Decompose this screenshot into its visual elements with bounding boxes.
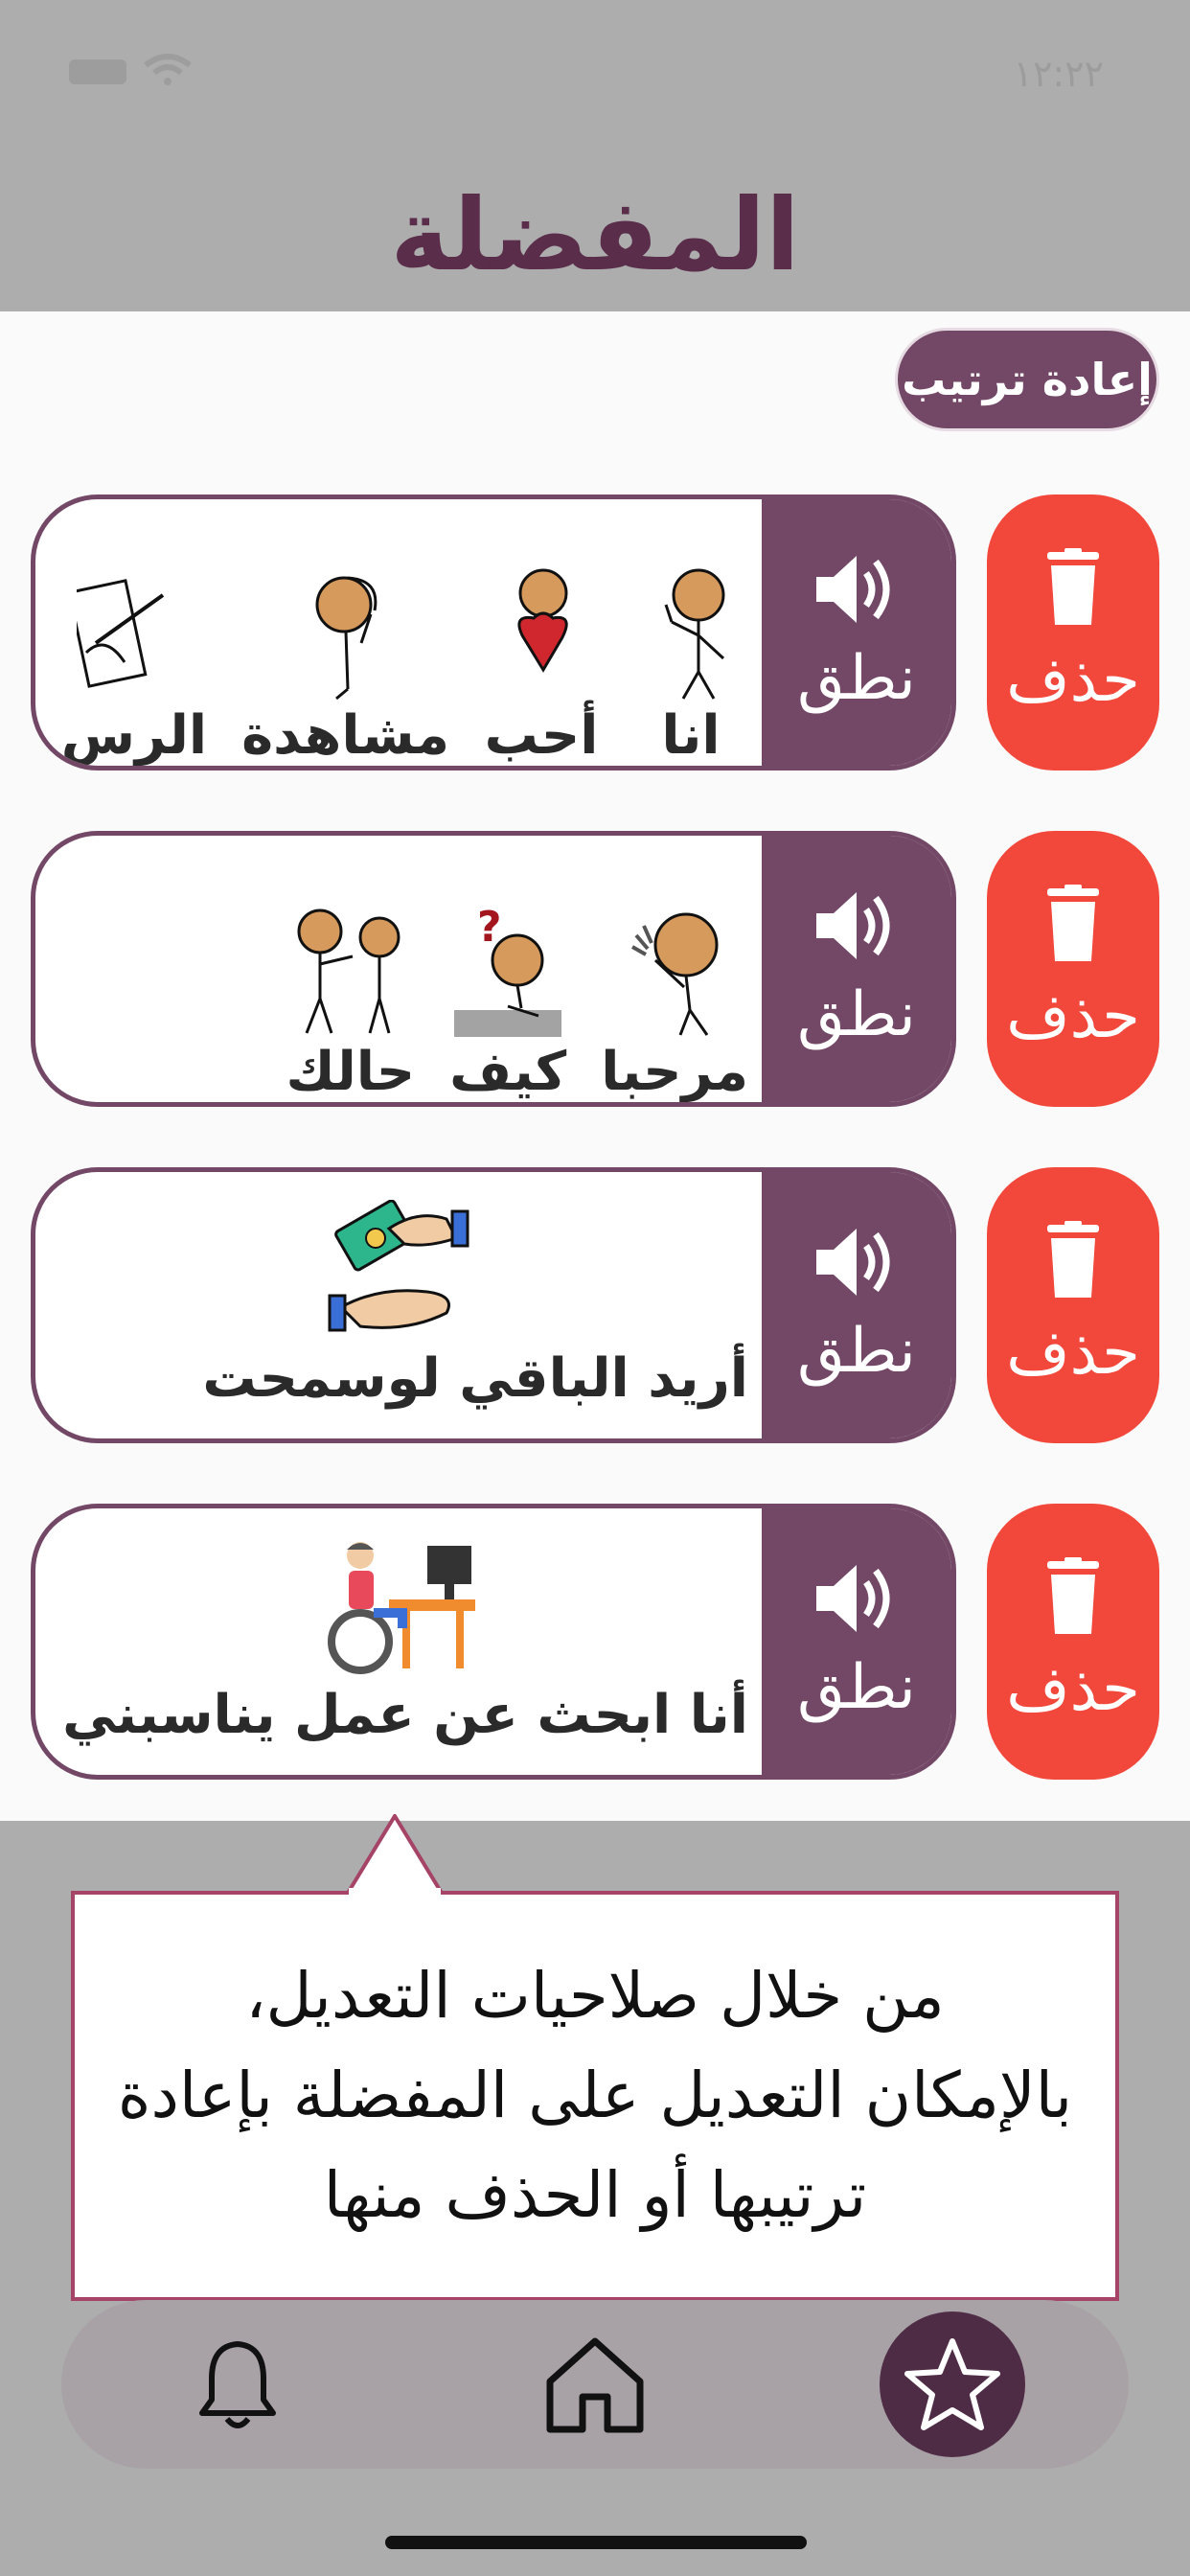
favorite-card[interactable]: نطق انا أحب مشاهدة الرس	[31, 494, 956, 770]
home-tab[interactable]	[511, 2300, 679, 2469]
reorder-button[interactable]: إعادة ترتيب	[895, 328, 1159, 431]
speak-label: نطق	[797, 979, 916, 1050]
edit-hint-tooltip: من خلال صلاحيات التعديل، بالإمكان التعدي…	[71, 1891, 1119, 2301]
tooltip-line: من خلال صلاحيات التعديل،	[245, 1959, 945, 2033]
delete-label: حذف	[1006, 981, 1140, 1052]
speak-button[interactable]: نطق	[762, 1508, 951, 1775]
word-label: كيف	[449, 1041, 567, 1103]
status-time: ١٢:٢٢	[1013, 53, 1104, 95]
word-label: مرحبا	[601, 1041, 748, 1103]
word-symbol: حالك	[286, 903, 416, 1103]
word-label: مشاهدة	[241, 704, 449, 767]
word-symbol: أحب	[484, 566, 599, 766]
phrase-label: أنا ابحث عن عمل يناسبني	[62, 1684, 748, 1746]
tooltip-line: بالإمكان التعديل على المفضلة بإعادة	[117, 2058, 1073, 2132]
status-bar: ١٢:٢٢	[0, 0, 1190, 144]
person-heart-icon	[517, 568, 568, 673]
favorite-row: حذف نطق أريد الباقي لوسمحت	[0, 1167, 1190, 1443]
word-symbol: مرحبا	[601, 903, 748, 1102]
notifications-tab[interactable]	[153, 2300, 322, 2469]
favorite-row: حذف نطق مرحبا ? كيف حالك	[0, 831, 1190, 1107]
word-strip: مرحبا ? كيف حالك	[35, 836, 762, 1103]
phrase-block: أنا ابحث عن عمل يناسبني	[35, 1508, 762, 1775]
word-symbol: الرس	[61, 566, 207, 766]
favorite-card[interactable]: نطق أريد الباقي لوسمحت	[31, 1167, 956, 1443]
page-title: المفضلة	[390, 176, 800, 293]
speak-label: نطق	[797, 643, 916, 714]
money-exchange-icon	[328, 1200, 469, 1332]
person-waving-icon	[631, 912, 719, 1036]
bell-icon	[199, 2341, 276, 2428]
trash-icon	[1047, 1221, 1099, 1298]
phrase-label: أريد الباقي لوسمحت	[202, 1347, 748, 1410]
phrase-block: أريد الباقي لوسمحت	[35, 1172, 762, 1438]
star-icon	[904, 2338, 1000, 2430]
delete-button[interactable]: حذف	[987, 1504, 1159, 1780]
tooltip-joint	[349, 1888, 441, 1896]
speak-button[interactable]: نطق	[762, 1172, 951, 1438]
favorite-row: حذف نطق انا أحب مشاهدة الرس	[0, 494, 1190, 770]
battery-icon	[69, 59, 126, 84]
word-label: أحب	[484, 704, 599, 767]
speaker-icon	[816, 1229, 890, 1296]
speaker-icon	[816, 892, 890, 959]
delete-button[interactable]: حذف	[987, 494, 1159, 770]
delete-label: حذف	[1006, 645, 1140, 716]
person-pointing-self-icon	[664, 568, 725, 700]
tooltip-pointer	[347, 1814, 443, 1895]
delete-label: حذف	[1006, 1318, 1140, 1389]
delete-label: حذف	[1006, 1654, 1140, 1725]
drawing-icon	[76, 579, 165, 688]
home-indicator	[385, 2536, 807, 2549]
speak-button[interactable]: نطق	[762, 499, 951, 766]
word-strip: انا أحب مشاهدة الرس	[35, 499, 762, 766]
trash-icon	[1047, 885, 1099, 961]
home-icon	[546, 2337, 644, 2433]
word-label: حالك	[286, 1041, 416, 1103]
wheelchair-desk-icon	[328, 1542, 475, 1674]
wifi-icon	[144, 54, 192, 85]
word-symbol: مشاهدة	[241, 566, 449, 766]
word-label: انا	[661, 704, 721, 767]
speaker-icon	[816, 556, 890, 623]
trash-icon	[1047, 1557, 1099, 1634]
delete-button[interactable]: حذف	[987, 831, 1159, 1107]
speak-button[interactable]: نطق	[762, 836, 951, 1102]
word-label: الرس	[60, 704, 208, 767]
favorites-tab[interactable]	[880, 2312, 1025, 2457]
tooltip-line: ترتيبها أو الحذف منها	[323, 2158, 867, 2232]
delete-button[interactable]: حذف	[987, 1167, 1159, 1443]
speak-label: نطق	[797, 1652, 916, 1723]
speak-label: نطق	[797, 1316, 916, 1387]
bottom-nav	[61, 2300, 1129, 2469]
person-question-icon: ?	[454, 903, 562, 1037]
speaker-icon	[816, 1565, 890, 1632]
favorite-row: حذف نطق أنا ابحث عن عمل يناسبني	[0, 1504, 1190, 1780]
favorite-card[interactable]: نطق أنا ابحث عن عمل يناسبني	[31, 1504, 956, 1780]
person-watching-icon	[315, 576, 377, 701]
favorite-card[interactable]: نطق مرحبا ? كيف حالك	[31, 831, 956, 1107]
two-people-icon	[297, 908, 400, 1034]
word-symbol: ? كيف	[449, 903, 566, 1102]
trash-icon	[1047, 548, 1099, 625]
word-symbol: انا	[633, 566, 748, 766]
